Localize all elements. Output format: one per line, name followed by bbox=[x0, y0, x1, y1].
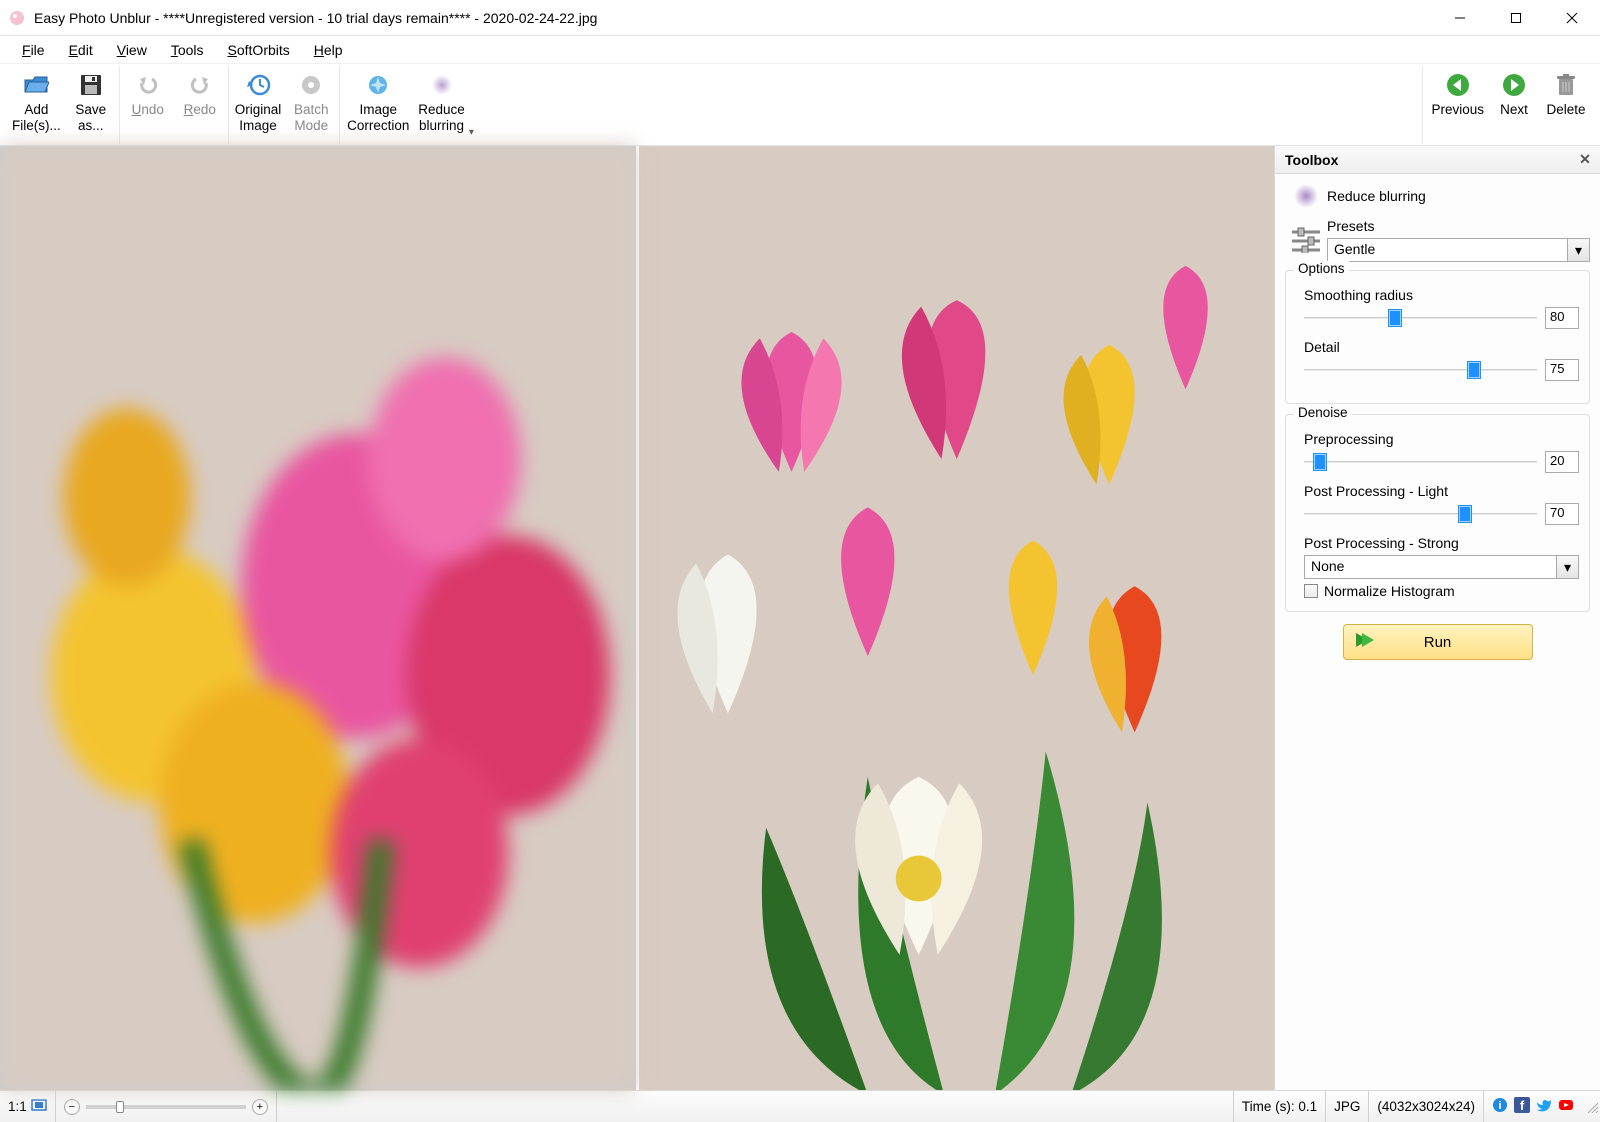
fit-screen-icon[interactable] bbox=[31, 1099, 47, 1114]
reduce-blurring-button[interactable]: Reduce blurring bbox=[414, 66, 469, 144]
gear-icon bbox=[299, 70, 323, 100]
image-canvas[interactable] bbox=[0, 146, 1274, 1090]
zoom-slider[interactable] bbox=[86, 1105, 246, 1109]
post-strong-label: Post Processing - Strong bbox=[1304, 535, 1579, 551]
toolbar-overflow-icon[interactable]: ▾ bbox=[469, 127, 480, 144]
toolbox-close-icon[interactable]: ✕ bbox=[1576, 151, 1594, 168]
smoothing-label: Smoothing radius bbox=[1304, 287, 1579, 303]
resize-grip[interactable] bbox=[1582, 1099, 1600, 1115]
post-light-slider[interactable] bbox=[1304, 505, 1537, 523]
arrow-right-icon bbox=[1501, 70, 1527, 100]
maximize-button[interactable] bbox=[1488, 0, 1544, 35]
minimize-button[interactable] bbox=[1432, 0, 1488, 35]
zoom-out-button[interactable]: − bbox=[64, 1099, 80, 1115]
add-files-button[interactable]: Add File(s)... bbox=[8, 66, 65, 144]
sliders-icon bbox=[1285, 227, 1327, 253]
status-empty bbox=[277, 1091, 1234, 1122]
detail-label: Detail bbox=[1304, 339, 1579, 355]
arrow-left-icon bbox=[1445, 70, 1471, 100]
window-controls bbox=[1432, 0, 1600, 35]
save-as-button[interactable]: Save as... bbox=[65, 66, 117, 144]
smoothing-value[interactable]: 80 bbox=[1545, 307, 1579, 329]
run-arrow-icon bbox=[1354, 631, 1376, 653]
preprocessing-label: Preprocessing bbox=[1304, 431, 1579, 447]
mode-label: Reduce blurring bbox=[1327, 188, 1590, 204]
app-icon bbox=[8, 9, 26, 27]
toolbox-panel: Toolbox ✕ Reduce blurring Presets Gentle… bbox=[1274, 146, 1600, 1090]
twitter-icon[interactable] bbox=[1536, 1097, 1552, 1116]
previous-button[interactable]: Previous bbox=[1427, 66, 1488, 144]
delete-button[interactable]: Delete bbox=[1540, 66, 1592, 144]
batch-mode-button[interactable]: Batch Mode bbox=[285, 66, 337, 144]
original-image-button[interactable]: Original Image bbox=[231, 66, 286, 144]
close-button[interactable] bbox=[1544, 0, 1600, 35]
toolbox-header: Toolbox ✕ bbox=[1275, 146, 1600, 174]
menu-view[interactable]: View bbox=[107, 40, 157, 60]
redo-icon bbox=[188, 70, 212, 100]
zoom-controls: − + bbox=[56, 1091, 277, 1122]
statusbar: 1:1 − + Time (s): 0.1 JPG (4032x3024x24)… bbox=[0, 1090, 1600, 1122]
run-button[interactable]: Run bbox=[1343, 624, 1533, 660]
menu-help[interactable]: Help bbox=[304, 40, 353, 60]
preprocessing-slider[interactable] bbox=[1304, 453, 1537, 471]
floppy-icon bbox=[79, 70, 103, 100]
content-area: Toolbox ✕ Reduce blurring Presets Gentle… bbox=[0, 146, 1600, 1090]
youtube-icon[interactable] bbox=[1558, 1097, 1574, 1116]
detail-slider[interactable] bbox=[1304, 361, 1537, 379]
post-light-label: Post Processing - Light bbox=[1304, 483, 1579, 499]
toolbar: Add File(s)... Save as... Undo Redo Orig… bbox=[0, 64, 1600, 146]
titlebar: Easy Photo Unblur - ****Unregistered ver… bbox=[0, 0, 1600, 36]
smoothing-slider[interactable] bbox=[1304, 309, 1537, 327]
sparkle-icon bbox=[366, 70, 390, 100]
next-button[interactable]: Next bbox=[1488, 66, 1540, 144]
options-section: Options Smoothing radius 80 Detail 75 bbox=[1285, 270, 1590, 404]
menu-tools[interactable]: Tools bbox=[161, 40, 214, 60]
before-image bbox=[0, 146, 636, 1090]
chevron-down-icon: ▾ bbox=[1567, 239, 1589, 261]
time-status: Time (s): 0.1 bbox=[1234, 1091, 1326, 1122]
redo-button[interactable]: Redo bbox=[174, 66, 226, 144]
menu-edit[interactable]: Edit bbox=[59, 40, 103, 60]
blur-circle-icon bbox=[430, 70, 454, 100]
presets-label: Presets bbox=[1327, 218, 1590, 234]
social-links: i f bbox=[1484, 1097, 1582, 1116]
undo-button[interactable]: Undo bbox=[122, 66, 174, 144]
menubar: File Edit View Tools SoftOrbits Help bbox=[0, 36, 1600, 64]
denoise-section: Denoise Preprocessing 20 Post Processing… bbox=[1285, 414, 1590, 612]
normalize-label: Normalize Histogram bbox=[1324, 583, 1455, 599]
zoom-ratio[interactable]: 1:1 bbox=[0, 1091, 56, 1122]
format-status: JPG bbox=[1326, 1091, 1369, 1122]
undo-icon bbox=[136, 70, 160, 100]
detail-value[interactable]: 75 bbox=[1545, 359, 1579, 381]
post-light-value[interactable]: 70 bbox=[1545, 503, 1579, 525]
info-icon[interactable]: i bbox=[1492, 1097, 1508, 1116]
presets-select[interactable]: Gentle ▾ bbox=[1327, 238, 1590, 262]
menu-file[interactable]: File bbox=[12, 40, 55, 60]
svg-text:i: i bbox=[1498, 1100, 1501, 1112]
window-title: Easy Photo Unblur - ****Unregistered ver… bbox=[34, 10, 1432, 26]
preprocessing-value[interactable]: 20 bbox=[1545, 451, 1579, 473]
svg-text:f: f bbox=[1520, 1098, 1525, 1113]
trash-icon bbox=[1555, 70, 1577, 100]
zoom-in-button[interactable]: + bbox=[252, 1099, 268, 1115]
image-correction-button[interactable]: Image Correction bbox=[342, 66, 414, 144]
dimensions-status: (4032x3024x24) bbox=[1369, 1091, 1484, 1122]
menu-softorbits[interactable]: SoftOrbits bbox=[218, 40, 300, 60]
blur-circle-icon bbox=[1285, 182, 1327, 210]
post-strong-select[interactable]: None ▾ bbox=[1304, 555, 1579, 579]
chevron-down-icon: ▾ bbox=[1556, 556, 1578, 578]
toolbox-title: Toolbox bbox=[1285, 152, 1338, 168]
after-image bbox=[639, 146, 1275, 1090]
normalize-checkbox[interactable] bbox=[1304, 584, 1318, 598]
facebook-icon[interactable]: f bbox=[1514, 1097, 1530, 1116]
clock-reverse-icon bbox=[245, 70, 271, 100]
folder-open-icon bbox=[23, 70, 49, 100]
